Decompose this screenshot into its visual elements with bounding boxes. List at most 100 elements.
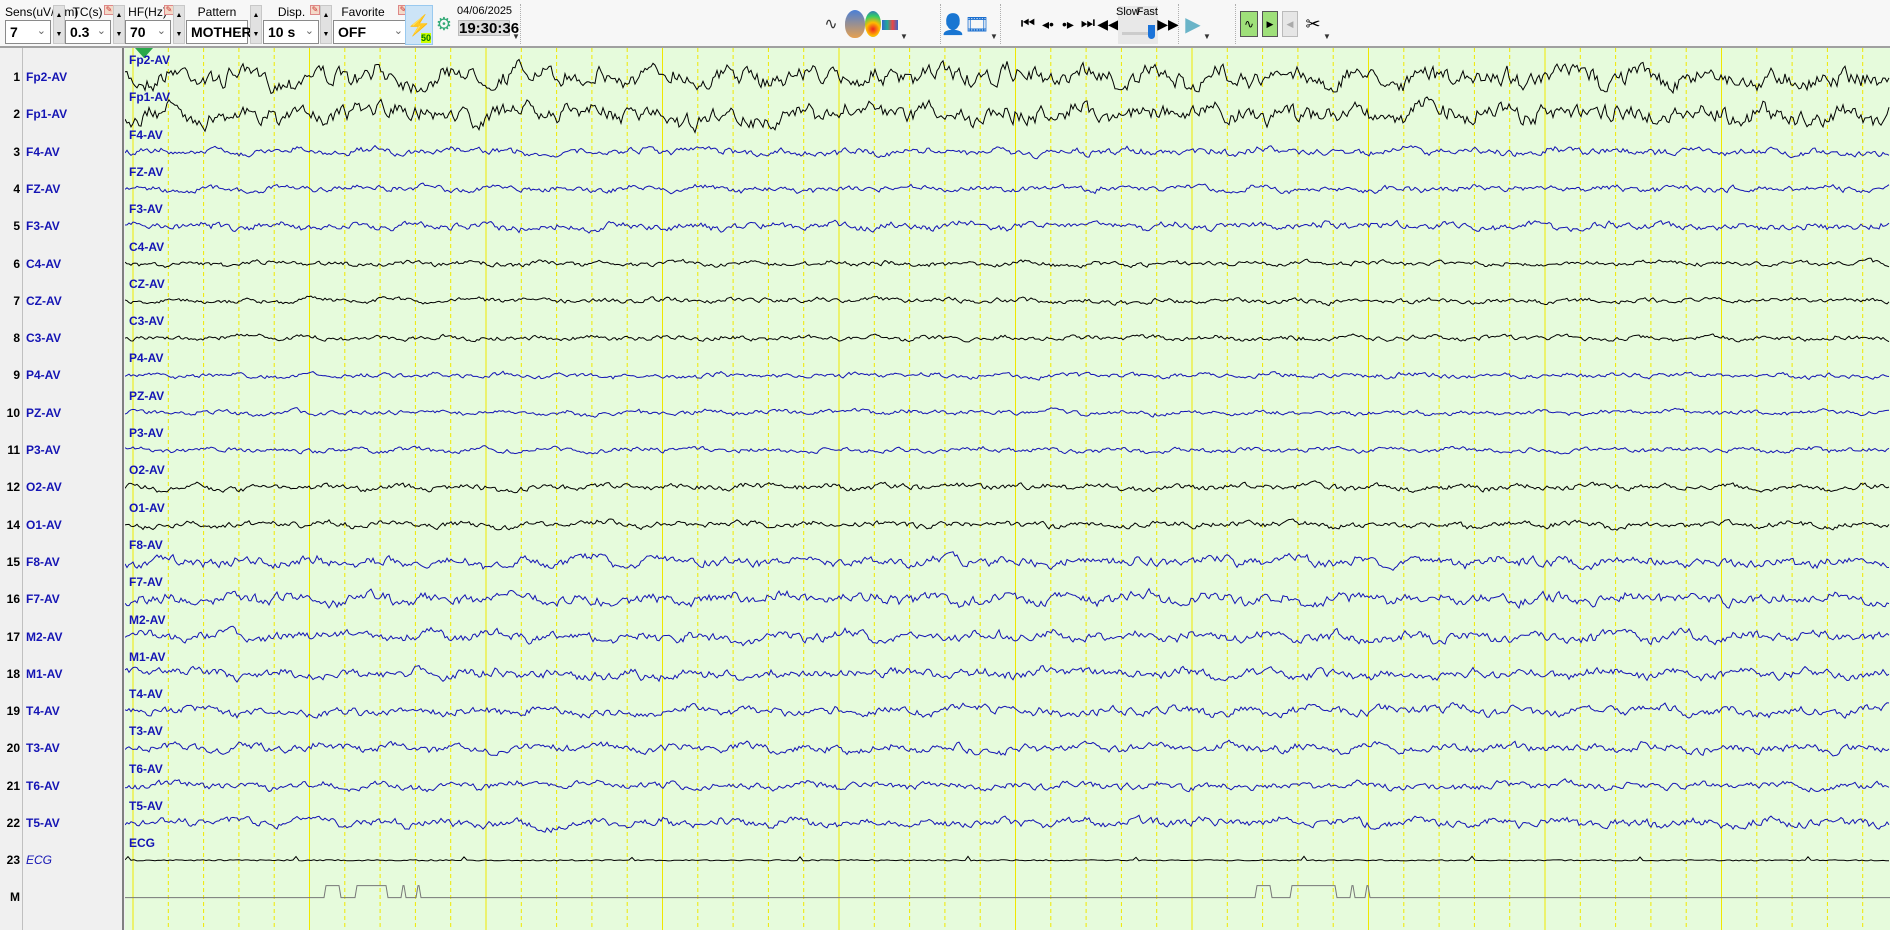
- page-back-button[interactable]: ◀: [1282, 11, 1298, 37]
- tc-select[interactable]: 0.3 ⌄: [65, 20, 111, 44]
- trace-m2-av: [125, 625, 1890, 647]
- rewind-icon: ◀◀: [1097, 15, 1119, 32]
- trace-marker-button[interactable]: ∿: [822, 8, 840, 40]
- channel-label[interactable]: T6-AV: [26, 779, 60, 793]
- pattern-spinner[interactable]: ▲ ▼: [250, 5, 262, 44]
- notch-filter-button[interactable]: ⚡ 50: [405, 5, 433, 45]
- channel-label[interactable]: C4-AV: [26, 257, 61, 271]
- head-map-button[interactable]: [845, 10, 865, 38]
- dropdown-arrow-icon[interactable]: ▼: [990, 32, 998, 41]
- dropdown-arrow-icon[interactable]: ▼: [512, 32, 520, 41]
- channel-label[interactable]: T5-AV: [26, 816, 60, 830]
- channel-label[interactable]: F4-AV: [26, 145, 60, 159]
- notch-badge: 50: [420, 33, 431, 43]
- page-forward-button[interactable]: ▶: [1262, 11, 1278, 37]
- go-start-button[interactable]: ⏮: [1020, 8, 1036, 40]
- dropdown-arrow-icon[interactable]: ▼: [1203, 32, 1211, 41]
- trace-m1-av: [125, 664, 1890, 683]
- step-forward-button[interactable]: •▸: [1060, 8, 1076, 40]
- speed-slider-thumb[interactable]: [1148, 25, 1155, 39]
- channel-number: 18: [6, 666, 20, 681]
- channel-label[interactable]: P4-AV: [26, 368, 60, 382]
- channel-label[interactable]: Fp2-AV: [26, 70, 67, 84]
- channel-label[interactable]: M2-AV: [26, 630, 62, 644]
- sens-select[interactable]: 7 ⌄: [5, 20, 51, 44]
- waveform-cursor-icon: ∿: [824, 16, 838, 33]
- skip-start-icon: ⏮: [1020, 15, 1036, 32]
- disp-length-select[interactable]: 10 s ⌄: [263, 20, 319, 44]
- video-film-icon: 🎞: [964, 13, 990, 36]
- dropdown-arrow-icon[interactable]: ▼: [900, 32, 908, 41]
- channel-label[interactable]: ECG: [26, 853, 52, 867]
- clip-cut-button[interactable]: ✂: [1303, 8, 1323, 40]
- time-display[interactable]: 19:30:36: [458, 20, 519, 36]
- trace-fp1-av: [125, 96, 1890, 134]
- trace-label: F8-AV: [129, 537, 163, 552]
- eeg-trace-area[interactable]: Fp2-AV Fp1-AV F4-AV FZ-AV F3-AV C4-AV CZ-AV C3-…: [125, 48, 1890, 930]
- spectrum-button[interactable]: [882, 20, 898, 30]
- channel-number: 5: [13, 219, 20, 234]
- step-back-button[interactable]: ◂•: [1040, 8, 1056, 40]
- trace-label: T4-AV: [129, 687, 163, 702]
- channel-label[interactable]: T4-AV: [26, 704, 60, 718]
- montage-trace-button[interactable]: ∿: [1240, 11, 1258, 37]
- trace-f7-av: [125, 587, 1890, 610]
- channel-label[interactable]: P3-AV: [26, 443, 60, 457]
- trace-t6-av: [125, 778, 1890, 793]
- trace-label: FZ-AV: [129, 164, 164, 179]
- go-end-button[interactable]: ⏭: [1080, 8, 1096, 40]
- electrode-settings-button[interactable]: ⚙: [433, 8, 455, 40]
- channel-label[interactable]: F7-AV: [26, 592, 60, 606]
- chevron-down-icon: ⌄: [393, 25, 403, 37]
- trace-o1-av: [125, 518, 1890, 531]
- channel-label[interactable]: PZ-AV: [26, 406, 61, 420]
- hf-spinner[interactable]: ▲ ▼: [173, 5, 185, 44]
- trace-t4-av: [125, 701, 1890, 720]
- channel-label[interactable]: C3-AV: [26, 331, 61, 345]
- chevron-down-icon: ⌄: [304, 25, 314, 37]
- scissors-icon: ✂: [1305, 13, 1321, 34]
- trace-label: Fp1-AV: [129, 90, 171, 105]
- trace-label: M2-AV: [129, 612, 166, 627]
- channel-number: 8: [13, 331, 20, 346]
- fast-forward-button[interactable]: ▶▶: [1157, 8, 1179, 40]
- video-button[interactable]: 🎞: [964, 8, 990, 40]
- channel-number: 3: [13, 144, 20, 159]
- edit-pencil-icon[interactable]: ✎: [310, 5, 320, 15]
- trace-f8-av: [125, 551, 1890, 571]
- channel-label[interactable]: Fp1-AV: [26, 107, 67, 121]
- disp-length-spinner[interactable]: ▲ ▼: [320, 5, 332, 44]
- favorite-select[interactable]: OFF ⌄: [333, 20, 408, 44]
- marker-row-label: M: [10, 889, 20, 904]
- tc-spinner[interactable]: ▲ ▼: [113, 5, 125, 44]
- trace-t3-av: [125, 739, 1890, 757]
- dropdown-arrow-icon[interactable]: ▼: [1323, 32, 1331, 41]
- patient-info-button[interactable]: 👤: [941, 8, 966, 40]
- channel-label[interactable]: O2-AV: [26, 480, 62, 494]
- speed-slider[interactable]: Slow Fast: [1116, 6, 1158, 44]
- channel-label[interactable]: CZ-AV: [26, 294, 62, 308]
- channel-label[interactable]: M1-AV: [26, 667, 62, 681]
- sens-spinner[interactable]: ▲ ▼: [53, 5, 65, 44]
- trace-label: T5-AV: [129, 799, 163, 813]
- pattern-select[interactable]: MOTHER ⌄: [186, 20, 252, 44]
- play-button[interactable]: ▶: [1183, 8, 1203, 40]
- disp-length-value: 10 s: [268, 24, 296, 40]
- date-display: 04/06/2025: [457, 5, 513, 17]
- trace-c3-av: [125, 333, 1890, 343]
- trace-label: T3-AV: [129, 724, 163, 739]
- topography-button[interactable]: [865, 11, 881, 37]
- channel-label[interactable]: O1-AV: [26, 518, 62, 532]
- trace-label: PZ-AV: [129, 388, 165, 403]
- hf-select[interactable]: 70 ⌄: [125, 20, 171, 44]
- channel-number: 2: [13, 107, 20, 122]
- rewind-button[interactable]: ◀◀: [1097, 8, 1119, 40]
- trace-label: ECG: [129, 836, 156, 851]
- channel-label[interactable]: FZ-AV: [26, 182, 60, 196]
- channel-label[interactable]: F8-AV: [26, 555, 60, 569]
- channel-label[interactable]: F3-AV: [26, 219, 60, 233]
- arrow-left-icon: ◀: [1286, 18, 1294, 29]
- channel-number: 9: [13, 368, 20, 383]
- chevron-down-icon: ⌄: [36, 25, 46, 37]
- channel-label[interactable]: T3-AV: [26, 741, 60, 755]
